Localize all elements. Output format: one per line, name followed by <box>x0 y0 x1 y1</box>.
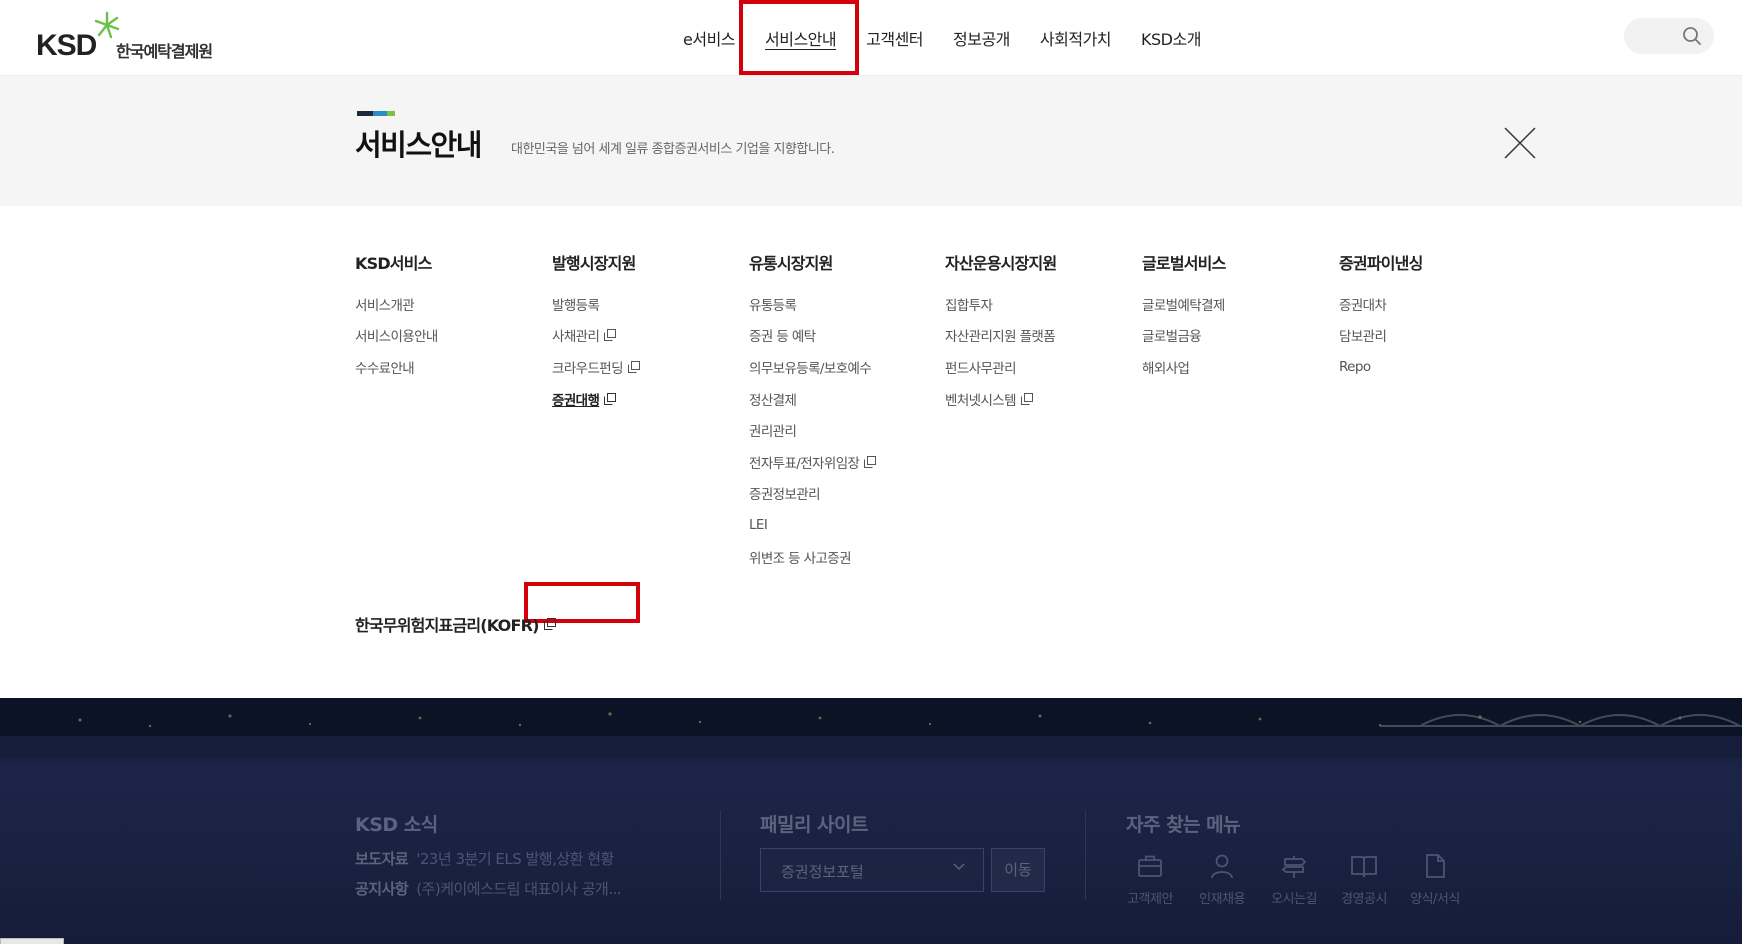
corner-tab <box>0 938 64 944</box>
briefcase-icon <box>1138 855 1162 877</box>
menu-item[interactable]: 증권정보관리 <box>749 478 939 510</box>
menu-item[interactable]: 위변조 등 사고증권 <box>749 541 939 573</box>
quick-menu-proposal[interactable]: 고객제안 <box>1115 852 1185 907</box>
quick-menu-directions[interactable]: 오시는길 <box>1259 852 1329 907</box>
menu-item[interactable]: 정산결제 <box>749 383 939 415</box>
menu-item[interactable]: 유통등록 <box>749 288 939 320</box>
external-link-icon <box>543 618 556 630</box>
menu-item[interactable]: 수수료안내 <box>355 351 545 383</box>
menu-item[interactable]: 권리관리 <box>749 414 939 446</box>
nav-info-disclosure[interactable]: 정보공개 <box>938 0 1025 76</box>
menu-item[interactable]: 글로벌예탁결제 <box>1142 288 1332 320</box>
menu-item[interactable]: Repo <box>1339 351 1529 383</box>
document-icon <box>1426 854 1445 878</box>
nav-eservice[interactable]: e서비스 <box>668 0 750 76</box>
menu-column-securities-financing: 증권파이낸싱 증권대차 담보관리 Repo <box>1339 250 1529 383</box>
menu-column-title: 증권파이낸싱 <box>1339 254 1423 273</box>
logo-star-icon <box>94 11 120 39</box>
menu-column-asset-management: 자산운용시장지원 집합투자 자산관리지원 플랫폼 펀드사무관리 벤처넷시스템 <box>945 250 1135 414</box>
menu-item[interactable]: 발행등록 <box>552 288 742 320</box>
search-box[interactable] <box>1624 18 1714 54</box>
logo-text: KSD <box>36 29 97 62</box>
page-title: 서비스안내 <box>355 128 482 162</box>
title-accent-bar <box>357 111 395 116</box>
title-band: 서비스안내 대한민국을 넘어 세계 일류 종합증권서비스 기업을 지향합니다. <box>0 76 1742 206</box>
page-description: 대한민국을 넘어 세계 일류 종합증권서비스 기업을 지향합니다. <box>511 142 835 157</box>
nav-social-value[interactable]: 사회적가치 <box>1025 0 1126 76</box>
menu-item[interactable]: 벤처넷시스템 <box>945 383 1135 415</box>
quick-menu-forms[interactable]: 양식/서식 <box>1400 852 1470 907</box>
footer-news-item[interactable]: 보도자료 '23년 3분기 ELS 발행,상환 현황 <box>355 848 614 869</box>
quick-menu-recruit[interactable]: 인재채용 <box>1187 852 1257 907</box>
menu-item[interactable]: 의무보유등록/보호예수 <box>749 351 939 383</box>
city-night-background <box>0 698 1742 758</box>
menu-item[interactable]: LEI <box>749 509 939 541</box>
menu-item[interactable]: 글로벌금융 <box>1142 320 1332 352</box>
service-mega-menu: KSD서비스 서비스개관 서비스이용안내 수수료안내 발행시장지원 발행등록 사… <box>0 206 1742 698</box>
menu-item[interactable]: 서비스이용안내 <box>355 320 545 352</box>
menu-item[interactable]: 크라우드펀딩 <box>552 351 742 383</box>
search-icon[interactable] <box>1682 26 1702 46</box>
menu-item[interactable]: 전자투표/전자위임장 <box>749 446 939 478</box>
footer-news-title: KSD 소식 <box>355 814 438 836</box>
menu-item[interactable]: 증권 등 예탁 <box>749 320 939 352</box>
close-icon[interactable] <box>1503 126 1537 160</box>
menu-column-title: KSD서비스 <box>355 254 432 273</box>
menu-item[interactable]: 사채관리 <box>552 320 742 352</box>
main-nav: e서비스 서비스안내 고객센터 정보공개 사회적가치 KSD소개 <box>668 0 1216 76</box>
menu-column-title: 글로벌서비스 <box>1142 254 1226 273</box>
menu-item[interactable]: 자산관리지원 플랫폼 <box>945 320 1135 352</box>
external-link-icon <box>864 455 877 468</box>
signpost-icon <box>1281 856 1307 878</box>
footer-divider <box>720 810 721 900</box>
nav-about-ksd[interactable]: KSD소개 <box>1126 0 1216 76</box>
site-header: KSD 한국예탁결제원 e서비스 서비스안내 고객센터 정보공개 사회적가치 K… <box>0 0 1742 76</box>
menu-item[interactable]: 담보관리 <box>1339 320 1529 352</box>
nav-service-guide[interactable]: 서비스안내 <box>750 0 851 76</box>
footer-divider <box>1085 810 1086 900</box>
site-footer: KSD 소식 보도자료 '23년 3분기 ELS 발행,상환 현황 공지사항 (주)… <box>0 698 1742 944</box>
menu-item[interactable]: 해외사업 <box>1142 351 1332 383</box>
kofr-link[interactable]: 한국무위험지표금리(KOFR) <box>355 612 556 636</box>
menu-column-title: 유통시장지원 <box>749 254 833 273</box>
external-link-icon <box>1020 392 1033 405</box>
nav-customer-center[interactable]: 고객센터 <box>851 0 938 76</box>
logo-korean-name: 한국예탁결제원 <box>116 42 213 61</box>
menu-item[interactable]: 집합투자 <box>945 288 1135 320</box>
menu-column-ksd-service: KSD서비스 서비스개관 서비스이용안내 수수료안내 <box>355 250 545 383</box>
book-icon <box>1351 856 1377 878</box>
external-link-icon <box>604 392 617 405</box>
menu-item[interactable]: 증권대차 <box>1339 288 1529 320</box>
menu-item[interactable]: 서비스개관 <box>355 288 545 320</box>
menu-column-distribution: 유통시장지원 유통등록 증권 등 예탁 의무보유등록/보호예수 정산결제 권리관… <box>749 250 939 572</box>
family-site-select[interactable]: 증권정보포털 <box>760 848 984 892</box>
menu-column-issuance: 발행시장지원 발행등록 사채관리 크라우드펀딩 증권대행 <box>552 250 742 414</box>
ksd-logo[interactable]: KSD 한국예탁결제원 <box>36 10 226 62</box>
chevron-down-icon <box>953 863 965 871</box>
footer-quick-title: 자주 찾는 메뉴 <box>1126 814 1241 836</box>
menu-column-global: 글로벌서비스 글로벌예탁결제 글로벌금융 해외사업 <box>1142 250 1332 383</box>
menu-column-title: 자산운용시장지원 <box>945 254 1057 273</box>
menu-item-securities-agency[interactable]: 증권대행 <box>552 383 742 415</box>
menu-item[interactable]: 펀드사무관리 <box>945 351 1135 383</box>
person-icon <box>1211 854 1233 879</box>
family-site-go-button[interactable]: 이동 <box>991 848 1045 892</box>
external-link-icon <box>604 329 617 342</box>
menu-column-title: 발행시장지원 <box>552 254 636 273</box>
footer-news-item[interactable]: 공지사항 (주)케이에스드림 대표이사 공개... <box>355 878 622 899</box>
external-link-icon <box>627 360 640 373</box>
footer-family-title: 패밀리 사이트 <box>760 814 869 836</box>
quick-menu-management-disclosure[interactable]: 경영공시 <box>1329 852 1399 907</box>
